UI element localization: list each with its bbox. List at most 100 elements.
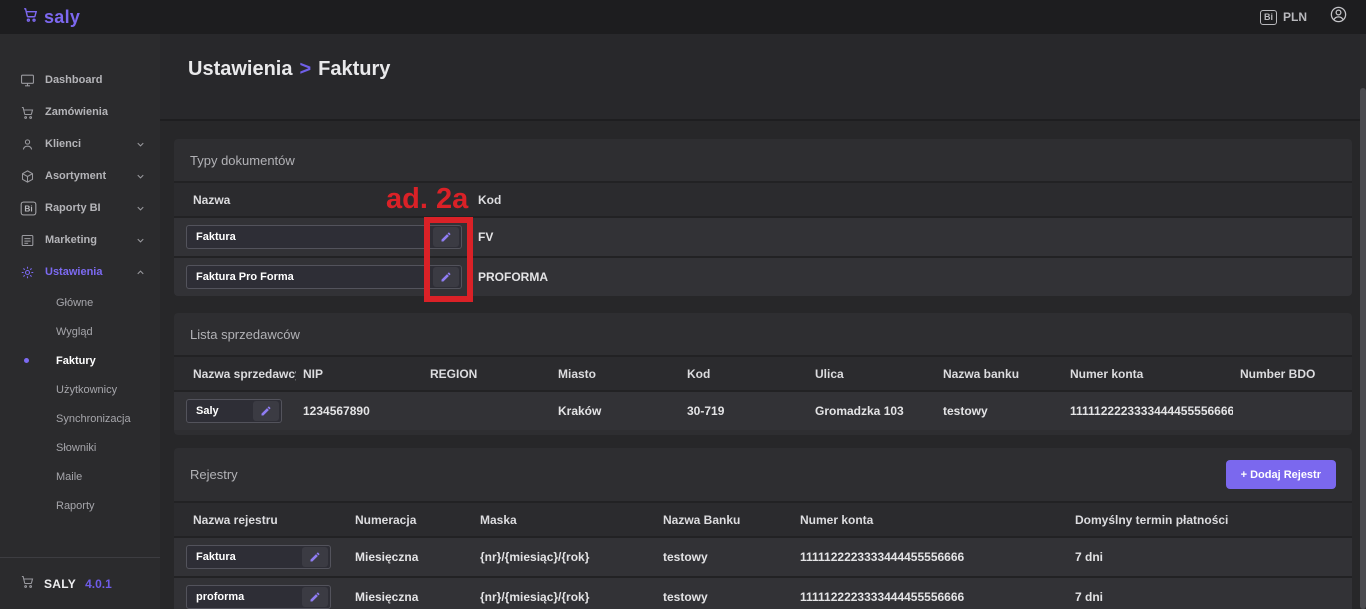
column-header: Ulica [808,367,936,381]
sidebar-subitem-synchronizacja[interactable]: Synchronizacja [0,404,160,433]
chevron-up-icon [135,267,146,278]
column-header: Nazwa banku [936,367,1063,381]
user-circle-icon [1329,5,1348,29]
column-header: Nazwa sprzedawcy [186,367,296,381]
seller-name-input[interactable] [187,405,253,417]
breadcrumb: Ustawienia > Faktury [188,58,1366,81]
document-code-cell: PROFORMA [478,270,1340,284]
subitem-label: Maile [56,471,82,483]
edit-button[interactable] [253,401,279,421]
section-title-row: Rejestry + Dodaj Rejestr [174,448,1352,501]
cart-logo-icon [22,6,39,28]
sidebar-item-klienci[interactable]: Klienci [0,128,160,160]
account-menu-button[interactable] [1329,5,1348,29]
cart-icon [20,574,35,594]
section-registers: Rejestry + Dodaj Rejestr Nazwa rejestru … [174,448,1352,609]
scrollbar-track[interactable] [1360,34,1366,609]
main-content: Ustawienia > Faktury Typy dokumentów Nazwa… [160,34,1366,609]
edit-button[interactable] [302,587,328,607]
column-header: Number BDO [1233,367,1340,381]
table-header-row: Nazwa sprzedawcy NIP REGION Miasto Kod U… [174,355,1352,390]
subitem-label: Użytkownicy [56,384,117,396]
breadcrumb-separator: > [299,58,311,80]
sidebar-item-raporty-bi[interactable]: Bi Raporty BI [0,192,160,224]
page-header: Ustawienia > Faktury [160,34,1366,121]
document-name-field [186,225,462,249]
document-code-cell: FV [478,230,1340,244]
section-title: Lista sprzedawców [174,313,1352,355]
subitem-label: Raporty [56,500,95,512]
document-name-field [186,265,462,289]
breadcrumb-current: Faktury [318,58,390,80]
scrollbar-thumb[interactable] [1360,88,1366,609]
section-title: Rejestry [190,467,238,482]
sidebar-subitem-raporty[interactable]: Raporty [0,491,160,520]
column-header: Nazwa rejestru [186,513,348,527]
sidebar-item-label: Asortyment [45,170,106,182]
column-header: NIP [296,367,423,381]
register-term-cell: 7 dni [1068,550,1340,564]
package-icon [20,169,35,184]
footer-brand: SALY [44,577,76,591]
sidebar-item-label: Raporty BI [45,202,101,214]
sidebar-item-marketing[interactable]: Marketing [0,224,160,256]
table-row: Miesięczna {nr}/{miesiąc}/{rok} testowy … [174,536,1352,576]
sidebar-subitem-slowniki[interactable]: Słowniki [0,433,160,462]
register-term-cell: 7 dni [1068,590,1340,604]
column-header: Domyślny termin płatności [1068,513,1340,527]
seller-nip-cell: 1234567890 [296,404,423,418]
pencil-icon [309,591,321,603]
column-header: Maska [473,513,656,527]
seller-bank-cell: testowy [936,404,1063,418]
topbar: saly Bi PLN [0,0,1366,34]
sidebar-item-asortyment[interactable]: Asortyment [0,160,160,192]
register-name-input[interactable] [187,591,302,603]
chevron-down-icon [135,171,146,182]
section-title: Typy dokumentów [174,139,1352,181]
sidebar-item-zamowienia[interactable]: Zamówienia [0,96,160,128]
column-header: REGION [423,367,551,381]
register-name-field [186,545,331,569]
seller-account-cell: 1111122223333444455556666 [1063,404,1233,418]
seller-postal-cell: 30-719 [680,404,808,418]
column-header: Miasto [551,367,680,381]
sidebar-item-dashboard[interactable]: Dashboard [0,64,160,96]
table-row: PROFORMA [174,256,1352,296]
add-register-button[interactable]: + Dodaj Rejestr [1226,460,1336,489]
active-dot [24,358,29,363]
subitem-label: Główne [56,297,93,309]
breadcrumb-parent[interactable]: Ustawienia [188,58,292,80]
register-numbering-cell: Miesięczna [348,590,473,604]
register-bank-cell: testowy [656,590,793,604]
sidebar-subitem-uzytkownicy[interactable]: Użytkownicy [0,375,160,404]
register-name-input[interactable] [187,551,302,563]
document-name-input[interactable] [187,231,433,243]
sidebar-item-ustawienia[interactable]: Ustawienia [0,256,160,288]
sidebar-subitem-faktury[interactable]: Faktury [0,346,160,375]
column-header: Kod [680,367,808,381]
content: Typy dokumentów Nazwa Kod FV [160,139,1366,609]
register-account-cell: 1111122223333444455556666 [793,550,1068,564]
column-header: Numeracja [348,513,473,527]
register-numbering-cell: Miesięczna [348,550,473,564]
sidebar-subitem-glowne[interactable]: Główne [0,288,160,317]
bi-badge-icon: Bi [20,201,35,216]
pencil-icon [260,405,272,417]
banknote-icon: Bi [1260,10,1277,25]
sidebar-subitem-maile[interactable]: Maile [0,462,160,491]
section-sellers: Lista sprzedawców Nazwa sprzedawcy NIP R… [174,313,1352,435]
table-row: 1234567890 Kraków 30-719 Gromadzka 103 t… [174,390,1352,430]
table-header-row: Nazwa rejestru Numeracja Maska Nazwa Ban… [174,501,1352,536]
currency-selector[interactable]: Bi PLN [1260,10,1307,25]
seller-street-cell: Gromadzka 103 [808,404,936,418]
subitem-label: Słowniki [56,442,96,454]
chevron-down-icon [135,235,146,246]
edit-button[interactable] [302,547,328,567]
gear-icon [20,265,35,280]
annotation-rectangle [424,217,473,302]
table-header-row: Nazwa Kod [174,181,1352,216]
sidebar-subitem-wyglad[interactable]: Wygląd [0,317,160,346]
annotation-label: ad. 2a [386,183,468,216]
app-logo[interactable]: saly [22,6,80,28]
document-name-input[interactable] [187,271,433,283]
